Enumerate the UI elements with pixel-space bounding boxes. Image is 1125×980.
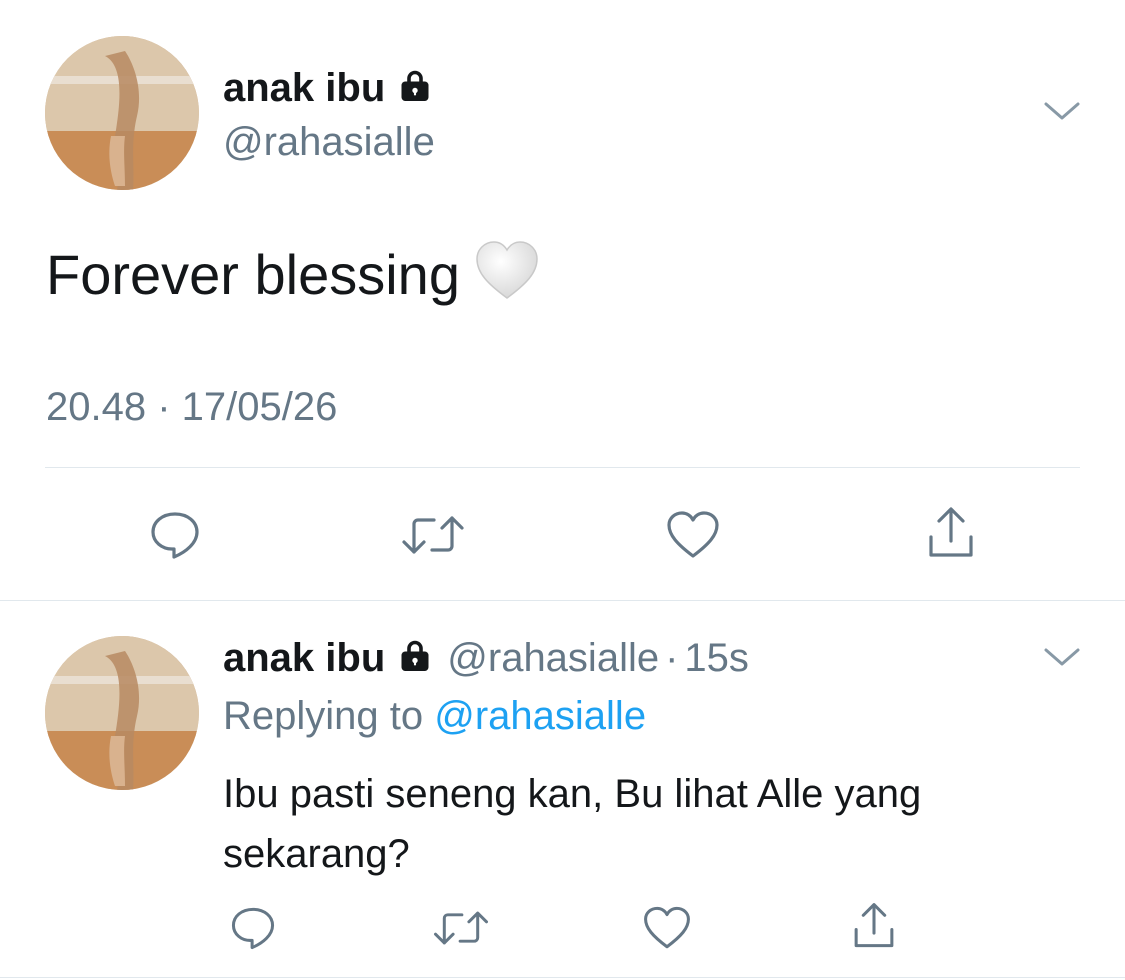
share-icon (854, 903, 894, 948)
divider (0, 600, 1125, 601)
handle[interactable]: @rahasialle (223, 120, 435, 165)
display-name-text: anak ibu (223, 66, 386, 110)
display-name[interactable]: anak ibu (223, 66, 433, 114)
share-icon (929, 507, 973, 557)
reply-icon (151, 512, 199, 559)
lock-icon (397, 638, 433, 684)
reply-display-name[interactable]: anak ibu (223, 636, 385, 680)
mention-link[interactable]: @rahasialle (434, 694, 646, 738)
like-icon (644, 906, 690, 949)
share-button[interactable] (916, 502, 986, 564)
reply-text: Ibu pasti seneng kan, Bu lihat Alle yang… (223, 772, 922, 876)
like-icon (667, 511, 719, 558)
reply-icon (231, 907, 275, 950)
retweet-button[interactable] (398, 505, 468, 565)
like-button[interactable] (658, 505, 728, 565)
avatar-photo (45, 36, 199, 190)
reply-time[interactable]: 15s (684, 636, 749, 680)
replying-label: Replying to (223, 694, 424, 738)
reply-avatar[interactable] (45, 636, 199, 790)
retweet-icon (402, 516, 464, 554)
retweet-icon (434, 911, 488, 945)
lock-icon (397, 68, 433, 114)
like-button[interactable] (635, 900, 699, 956)
chevron-down-icon[interactable] (1042, 98, 1082, 129)
separator-dot: · (665, 636, 679, 680)
reply-header: anak ibu @rahasialle · 15s (223, 636, 749, 684)
avatar-photo (45, 636, 199, 790)
reply-button[interactable] (221, 900, 285, 956)
reply-handle[interactable]: @rahasialle (447, 636, 659, 680)
reply-button[interactable] (140, 505, 210, 565)
divider (0, 977, 1125, 978)
replying-to: Replying to @rahasialle (223, 694, 646, 739)
chevron-down-icon[interactable] (1042, 644, 1082, 675)
retweet-button[interactable] (428, 900, 494, 956)
white-heart-emoji (474, 240, 540, 315)
divider (45, 467, 1080, 468)
tweet-text-content: Forever blessing (46, 243, 460, 306)
share-button[interactable] (842, 897, 906, 955)
timestamp[interactable]: 20.48 · 17/05/26 (46, 385, 337, 430)
avatar[interactable] (45, 36, 199, 190)
tweet-text: Forever blessing (46, 240, 540, 315)
